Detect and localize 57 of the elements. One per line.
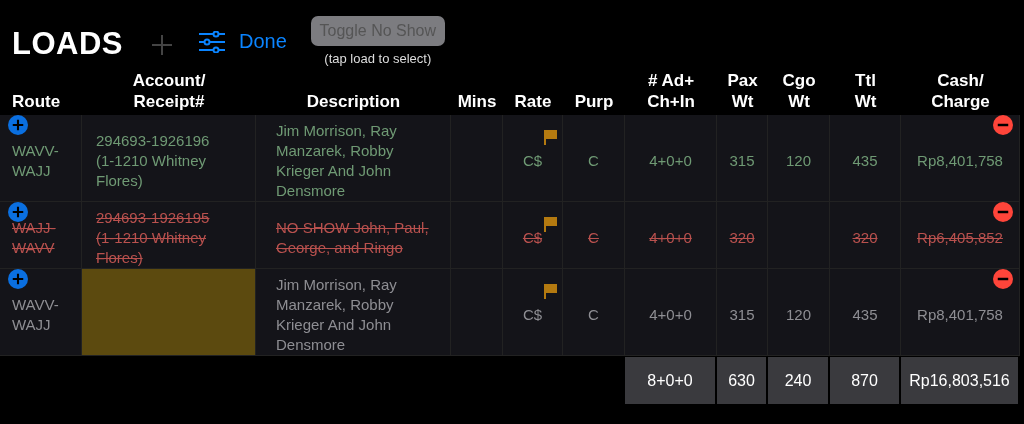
column-header: Account/ Receipt#	[131, 70, 207, 113]
add-icon[interactable]	[8, 115, 28, 135]
table-cell[interactable]: 320	[830, 202, 901, 269]
table-cell[interactable]: Rp8,401,758	[901, 115, 1020, 202]
table-cell[interactable]: 4+0+0	[625, 269, 717, 356]
page-title: LOADS	[12, 26, 123, 62]
table-cell[interactable]: 120	[768, 269, 830, 356]
table-cell[interactable]: 315	[717, 269, 768, 356]
table-cell[interactable]: C$	[503, 269, 563, 356]
table-cell[interactable]: 4+0+0	[625, 202, 717, 269]
table-cell[interactable]: Rp6,405,852	[901, 202, 1020, 269]
table-cell[interactable]: NO SHOW John, Paul, George, and Ringo	[256, 202, 451, 269]
table-cell[interactable]: 294693-1926195 (1-1210 Whitney Flores)	[82, 202, 256, 269]
table-cell[interactable]: 120	[768, 115, 830, 202]
column-header: Route	[11, 91, 62, 113]
table-cell[interactable]: 435	[830, 269, 901, 356]
table-cell[interactable]: Jim Morrison, Ray Manzarek, Robby Krieger And John Densmore	[256, 115, 451, 202]
table-cell[interactable]: C	[563, 269, 625, 356]
table-cell[interactable]	[451, 115, 503, 202]
table-cell[interactable]: 315	[717, 115, 768, 202]
column-header: Purp	[573, 91, 615, 113]
table-cell[interactable]: 294693-1926196 (1-1210 Whitney Flores)	[82, 115, 256, 202]
table-cell[interactable]: C	[563, 115, 625, 202]
column-header: Cgo Wt	[781, 70, 817, 113]
table-cell[interactable]: WAVV-WAJJ	[0, 115, 82, 202]
add-icon[interactable]	[8, 202, 28, 222]
table-cell[interactable]: Jim Morrison, Ray Manzarek, Robby Krieger And John Densmore	[256, 269, 451, 356]
done-button[interactable]: Done	[199, 30, 287, 53]
total-cell: Rp16,803,516	[901, 357, 1020, 404]
column-header: Rate	[513, 91, 553, 113]
remove-icon[interactable]	[993, 115, 1013, 135]
table-cell[interactable]: C$	[503, 115, 563, 202]
table-cell[interactable]: C$	[503, 202, 563, 269]
sliders-icon	[199, 30, 225, 53]
total-cell: 870	[830, 357, 901, 404]
remove-icon[interactable]	[993, 269, 1013, 289]
table-cell[interactable]: C	[563, 202, 625, 269]
table-cell[interactable]: 435	[830, 115, 901, 202]
table-cell[interactable]: Rp8,401,758	[901, 269, 1020, 356]
column-header: Mins	[456, 91, 498, 113]
column-header: Description	[305, 91, 402, 113]
table-cell[interactable]: WAVV-WAJJ	[0, 269, 82, 356]
table-cell[interactable]	[82, 269, 256, 356]
column-header: Cash/ Charge	[930, 70, 991, 113]
total-cell: 8+0+0	[625, 357, 717, 404]
table-cell[interactable]: 320	[717, 202, 768, 269]
column-header: Ttl Wt	[853, 70, 878, 113]
remove-icon[interactable]	[993, 202, 1013, 222]
total-cell: 240	[768, 357, 830, 404]
column-header: Pax Wt	[726, 70, 759, 113]
table-cell[interactable]: WAJJ-WAVV	[0, 202, 82, 269]
column-header: # Ad+ Ch+In	[646, 70, 696, 113]
add-icon[interactable]	[8, 269, 28, 289]
hint-text: (tap load to select)	[324, 51, 432, 66]
table-cell[interactable]	[451, 269, 503, 356]
table-cell[interactable]: 4+0+0	[625, 115, 717, 202]
total-cell: 630	[717, 357, 768, 404]
